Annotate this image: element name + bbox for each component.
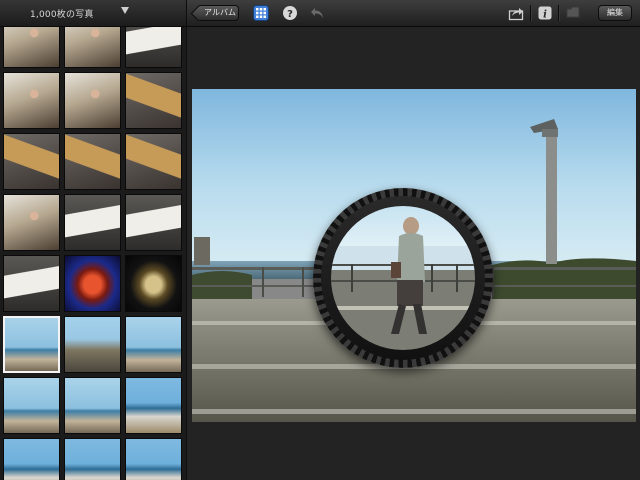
photo-thumbnail[interactable] [64,255,121,312]
album-back-button[interactable]: アルバム [197,5,239,21]
photo-thumbnail[interactable] [125,72,182,129]
photo-thumbnail[interactable] [125,27,182,68]
help-icon[interactable]: ? [282,5,298,21]
loupe-lens [331,206,475,350]
photo-count-label[interactable]: 1,000枚の写真 [30,7,94,20]
photo-thumbnail[interactable] [64,133,121,190]
photo-thumbnail[interactable] [125,133,182,190]
photo-thumbnail[interactable] [64,27,121,68]
top-toolbar: 1,000枚の写真 アルバム ? i 編集 [0,0,640,27]
photo-thumbnail[interactable] [64,316,121,373]
photo-thumbnail[interactable] [64,72,121,129]
edit-button[interactable]: 編集 [598,5,632,21]
caret-down-icon[interactable] [121,7,129,14]
photo-thumbnail[interactable] [64,377,121,434]
flag-icon[interactable] [565,5,581,21]
loupe-magnified-view [331,206,475,350]
photo-thumbnail[interactable] [3,133,60,190]
photo-thumbnail[interactable] [3,377,60,434]
photo-thumbnail[interactable] [125,438,182,480]
share-icon[interactable] [508,5,524,21]
toolbar-divider [530,5,531,21]
photo-thumbnail[interactable] [3,316,60,373]
sidebar-header: 1,000枚の写真 [0,0,187,26]
photo-thumbnail[interactable] [125,377,182,434]
photo-thumbnail[interactable] [3,255,60,312]
info-icon[interactable]: i [537,5,553,21]
thumbnail-sidebar[interactable] [0,27,187,480]
photo-thumbnail[interactable] [3,27,60,68]
photo-thumbnail[interactable] [3,72,60,129]
photo-thumbnail[interactable] [125,194,182,251]
photo-thumbnail[interactable] [125,316,182,373]
svg-text:i: i [543,10,547,21]
photo-thumbnail[interactable] [125,255,182,312]
undo-icon[interactable] [310,5,326,21]
loupe-icon[interactable] [313,188,493,368]
grid-icon[interactable] [253,5,269,21]
svg-text:?: ? [287,9,293,20]
photo-thumbnail[interactable] [3,194,60,251]
toolbar-divider [558,5,559,21]
photo-thumbnail[interactable] [64,438,121,480]
photo-thumbnail[interactable] [64,194,121,251]
photo-thumbnail[interactable] [3,438,60,480]
